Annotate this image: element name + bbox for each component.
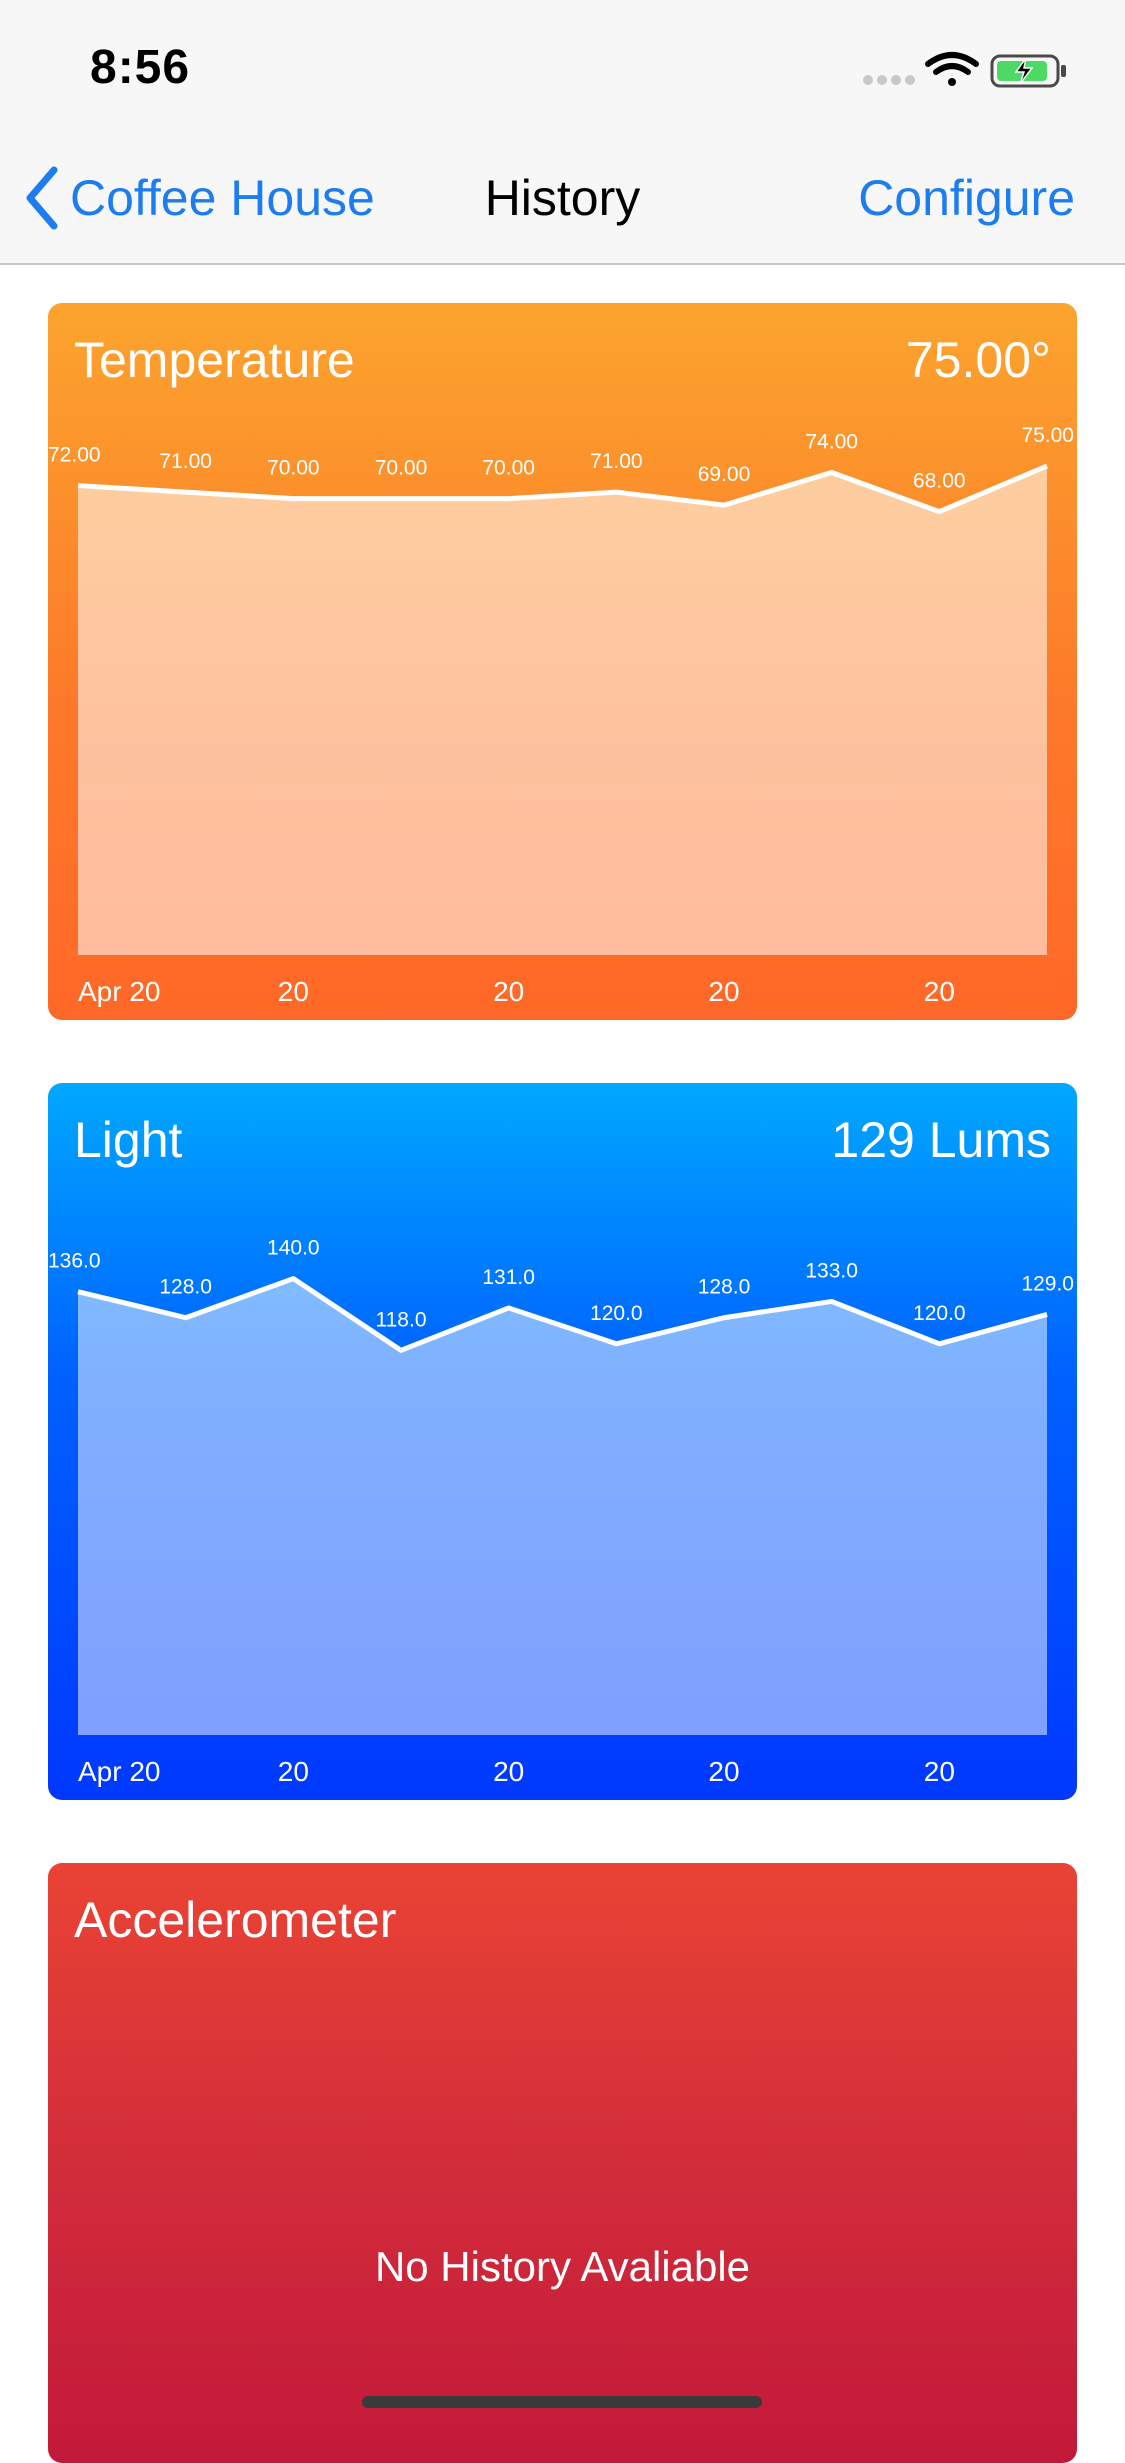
light-data-label: 120.0	[913, 1302, 966, 1325]
temperature-data-label: 71.00	[590, 450, 643, 473]
temperature-data-label: 70.00	[267, 457, 320, 480]
temperature-x-tick-label: 20	[278, 976, 309, 1007]
temperature-data-label: 70.00	[482, 457, 535, 480]
light-data-label: 118.0	[376, 1308, 427, 1331]
signal-dots-icon	[863, 75, 915, 85]
temperature-card: Temperature 75.00° 72.00 71.00 70.00 70.00 7…	[48, 303, 1077, 1020]
temperature-x-tick-label: Apr 20	[78, 976, 161, 1007]
home-indicator	[362, 2396, 762, 2408]
status-bar: 8:56	[0, 0, 1125, 132]
light-x-tick-label: 20	[278, 1756, 309, 1787]
light-area	[78, 1278, 1047, 1735]
light-data-label: 136.0	[48, 1250, 101, 1273]
configure-button[interactable]: Configure	[858, 166, 1075, 230]
light-x-tick-label: 20	[708, 1756, 739, 1787]
temperature-data-label: 71.00	[159, 450, 212, 473]
temperature-x-tick-label: 20	[493, 976, 524, 1007]
light-card: Light 129 Lums 136.0 128.0 140.0 118.0 131.0…	[48, 1083, 1077, 1800]
light-data-label: 133.0	[805, 1259, 858, 1282]
navigation-bar: Coffee House History Configure	[0, 132, 1125, 265]
light-x-tick-label: 20	[924, 1756, 955, 1787]
accelerometer-title: Accelerometer	[74, 1892, 397, 1948]
light-chart: 136.0 128.0 140.0 118.0 131.0 120.0 128.0 133.0…	[48, 1237, 1074, 1787]
temperature-data-label: 70.00	[375, 457, 428, 480]
light-data-label: 129.0	[1021, 1272, 1074, 1295]
status-time: 8:56	[90, 41, 191, 94]
light-data-label: 120.0	[590, 1302, 643, 1325]
wifi-icon	[925, 52, 979, 86]
light-data-label: 128.0	[698, 1276, 751, 1299]
light-x-tick-label: Apr 20	[78, 1756, 161, 1787]
status-icons	[860, 50, 1080, 90]
temperature-area	[78, 466, 1047, 955]
temperature-data-label: 69.00	[698, 463, 751, 486]
battery-charging-icon	[990, 54, 1066, 88]
temperature-data-label: 75.00	[1021, 424, 1074, 447]
temperature-chart: 72.00 71.00 70.00 70.00 70.00 71.00 69.00 74.00…	[48, 424, 1074, 1007]
light-x-tick-label: 20	[493, 1756, 524, 1787]
accelerometer-card: Accelerometer No History Avaliable	[48, 1863, 1077, 2463]
light-data-label: 140.0	[267, 1237, 320, 1260]
no-history-message: No History Avaliable	[374, 2243, 751, 2290]
temperature-x-tick-label: 20	[924, 976, 955, 1007]
light-data-label: 128.0	[159, 1276, 212, 1299]
temperature-data-label: 72.00	[48, 444, 101, 467]
light-data-label: 131.0	[482, 1266, 535, 1289]
temperature-data-label: 74.00	[805, 431, 858, 454]
temperature-data-label: 68.00	[913, 470, 966, 493]
temperature-x-tick-label: 20	[708, 976, 739, 1007]
